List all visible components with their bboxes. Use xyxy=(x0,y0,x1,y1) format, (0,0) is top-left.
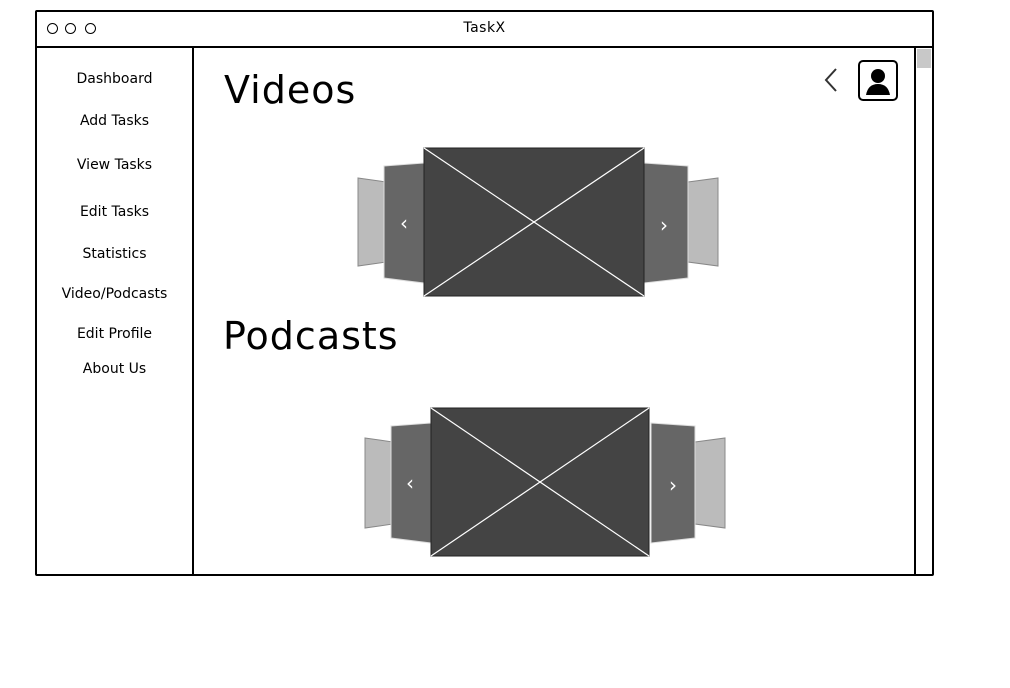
sidebar-item-edit-profile[interactable]: Edit Profile xyxy=(37,326,192,342)
scrollbar-thumb[interactable] xyxy=(917,49,931,68)
sidebar-item-about-us[interactable]: About Us xyxy=(37,361,192,377)
videos-carousel: ‹ › xyxy=(354,138,724,298)
carousel-next-button[interactable]: › xyxy=(669,473,677,497)
carousel-image-far-right xyxy=(694,437,726,529)
sidebar-item-video-podcasts[interactable]: Video/Podcasts xyxy=(37,286,192,302)
main-content: Videos ‹ › Podcasts ‹ › xyxy=(194,48,932,574)
carousel-prev-button[interactable]: ‹ xyxy=(400,211,408,235)
carousel-next-button[interactable]: › xyxy=(660,213,668,237)
podcasts-heading: Podcasts xyxy=(223,314,399,358)
vertical-scrollbar[interactable] xyxy=(914,48,932,574)
app-window: TaskX Dashboard Add Tasks View Tasks Edi… xyxy=(35,10,934,576)
carousel-image-far-left xyxy=(357,177,387,267)
sidebar-item-view-tasks[interactable]: View Tasks xyxy=(37,157,192,173)
window-title: TaskX xyxy=(463,20,506,36)
user-avatar-icon[interactable] xyxy=(858,60,898,101)
sidebar-item-statistics[interactable]: Statistics xyxy=(37,246,192,262)
sidebar-nav: Dashboard Add Tasks View Tasks Edit Task… xyxy=(37,48,194,574)
carousel-prev-button[interactable]: ‹ xyxy=(406,471,414,495)
chevron-left-icon[interactable] xyxy=(822,64,842,96)
carousel-image-far-left xyxy=(364,437,394,529)
podcasts-carousel: ‹ › xyxy=(361,398,731,560)
videos-heading: Videos xyxy=(224,68,357,112)
carousel-image-center[interactable] xyxy=(423,147,645,297)
sidebar-item-add-tasks[interactable]: Add Tasks xyxy=(37,113,192,129)
sidebar-item-dashboard[interactable]: Dashboard xyxy=(37,71,192,87)
sidebar-item-edit-tasks[interactable]: Edit Tasks xyxy=(37,204,192,220)
carousel-image-far-right xyxy=(687,177,719,267)
title-bar: TaskX xyxy=(37,12,932,48)
carousel-image-center[interactable] xyxy=(430,407,650,557)
